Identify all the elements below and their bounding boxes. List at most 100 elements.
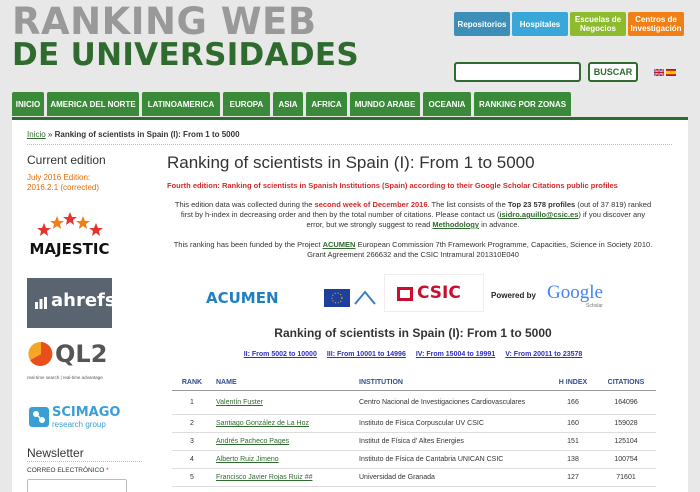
ql2-tagline: real-time search | real-time advantage bbox=[27, 375, 103, 380]
newsletter-divider bbox=[27, 461, 142, 462]
google-text: Google bbox=[547, 282, 603, 303]
main-nav: INICIO AMERICA DEL NORTE LATINOAMERICA E… bbox=[12, 92, 571, 116]
scholar-text: Scholar bbox=[586, 303, 603, 309]
table-row: 5 Francisco Javier Rojas Ruiz ## Univers… bbox=[172, 468, 656, 487]
breadcrumb-home-link[interactable]: Inicio bbox=[27, 130, 46, 139]
scimago-badge[interactable]: SCIMAGO research group bbox=[27, 402, 120, 432]
csic-logo-text: CSIC bbox=[417, 283, 461, 303]
col-institution: INSTITUTION bbox=[355, 375, 550, 391]
nav-europa[interactable]: EUROPA bbox=[223, 92, 270, 116]
institution-cell: Universidad de Granada bbox=[355, 468, 550, 487]
top-link-centros[interactable]: Centros de Investigación bbox=[628, 12, 684, 36]
top-link-repositorios[interactable]: Repositorios bbox=[454, 12, 510, 36]
citations-cell: 159028 bbox=[596, 414, 656, 433]
methodology-link[interactable]: Methodology bbox=[432, 220, 479, 229]
newsletter-title: Newsletter bbox=[27, 446, 84, 460]
site-logo-line1[interactable]: RANKING WEB bbox=[12, 2, 317, 42]
email-label: CORREO ELECTRÓNICO * bbox=[27, 467, 109, 474]
search-input[interactable] bbox=[454, 62, 581, 82]
scientist-link[interactable]: Alberto Ruiz Jimeno bbox=[216, 456, 279, 463]
acumen-logo-text: ACUMEN bbox=[206, 289, 279, 307]
breadcrumb-separator: » bbox=[45, 130, 55, 139]
citations-cell: 125104 bbox=[596, 432, 656, 451]
csic-emblem-icon bbox=[397, 287, 413, 301]
rank-cell: 4 bbox=[172, 450, 212, 469]
search-button[interactable]: BUSCAR bbox=[588, 62, 638, 82]
nav-latinoamerica[interactable]: LATINOAMERICA bbox=[142, 92, 220, 116]
edition-info: July 2016 Edition: 2016.2.1 (corrected) bbox=[27, 173, 142, 193]
nav-oceania[interactable]: OCEANIA bbox=[423, 92, 471, 116]
breadcrumb-current: Ranking of scientists in Spain (I): From… bbox=[54, 130, 240, 139]
scientist-link[interactable]: Santiago González de La Hoz bbox=[216, 420, 309, 427]
top-links: Repositorios Hospitales Escuelas de Nego… bbox=[454, 12, 684, 36]
table-title: Ranking of scientists in Spain (I): From… bbox=[274, 326, 552, 340]
col-citations: CITATIONS bbox=[596, 375, 656, 391]
h-index-cell: 127 bbox=[550, 468, 596, 487]
nav-asia[interactable]: ASIA bbox=[273, 92, 303, 116]
page-subtitle: Fourth edition: Ranking of scientists in… bbox=[167, 181, 618, 190]
google-scholar-logo[interactable]: Powered by Google Scholar bbox=[487, 280, 622, 312]
scimago-icon bbox=[29, 407, 49, 427]
scimago-sub: research group bbox=[52, 420, 106, 429]
uk-flag-icon[interactable] bbox=[654, 69, 664, 76]
h-index-cell: 166 bbox=[550, 390, 596, 415]
acumen-logo[interactable]: ACUMEN bbox=[202, 286, 314, 310]
sponsor-logos: ACUMEN CSIC Powered by Google Scholar bbox=[202, 274, 622, 316]
nav-america-del-norte[interactable]: AMERICA DEL NORTE bbox=[47, 92, 139, 116]
scientist-link[interactable]: Andrés Pacheco Pages bbox=[216, 438, 289, 445]
majestic-badge[interactable]: MAJESTIC bbox=[27, 207, 112, 265]
breadcrumb: Inicio » Ranking of scientists in Spain … bbox=[27, 130, 240, 139]
page-title: Ranking of scientists in Spain (I): From… bbox=[167, 153, 535, 172]
scientist-link[interactable]: Valentín Fuster bbox=[216, 399, 263, 406]
contact-email-link[interactable]: isidro.aguillo@csic.es bbox=[499, 210, 578, 219]
ql2-icon bbox=[28, 341, 53, 366]
csic-logo[interactable]: CSIC bbox=[384, 274, 484, 312]
name-cell: Andrés Pacheco Pages bbox=[212, 432, 355, 451]
fp7-logo-icon bbox=[352, 289, 378, 307]
ahrefs-badge[interactable]: ahrefs bbox=[27, 278, 116, 328]
content: Ranking of scientists in Spain (I): From… bbox=[167, 153, 659, 487]
spain-flag-icon[interactable] bbox=[666, 69, 676, 76]
range-links: II: From 5002 to 10000 III: From 10001 t… bbox=[167, 351, 659, 358]
citations-cell: 71601 bbox=[596, 468, 656, 487]
name-cell: Francisco Javier Rojas Ruiz ## bbox=[212, 468, 355, 487]
intro-text-2: . The list consists of the bbox=[427, 200, 508, 209]
range-link-v[interactable]: V: From 20011 to 23578 bbox=[505, 351, 582, 358]
edition-line1: July 2016 Edition: bbox=[27, 173, 91, 182]
funding-text-2: European Commission 7th Framework Progra… bbox=[307, 240, 653, 259]
site-logo-line2[interactable]: DE UNIVERSIDADES bbox=[12, 38, 359, 72]
language-flags bbox=[654, 69, 676, 76]
citations-cell: 100754 bbox=[596, 450, 656, 469]
rank-cell: 3 bbox=[172, 432, 212, 451]
institution-cell: Instituto de Física de Cantabria UNICAN … bbox=[355, 450, 550, 469]
breadcrumb-divider bbox=[27, 144, 672, 145]
range-link-ii[interactable]: II: From 5002 to 10000 bbox=[244, 351, 317, 358]
range-link-iv[interactable]: IV: From 15004 to 19991 bbox=[416, 351, 495, 358]
scientist-link[interactable]: Francisco Javier Rojas Ruiz ## bbox=[216, 474, 312, 481]
top-link-escuelas[interactable]: Escuelas de Negocios bbox=[570, 12, 626, 36]
institution-cell: Instituto de Física Corpuscular UV CSIC bbox=[355, 414, 550, 433]
nav-mundo-arabe[interactable]: MUNDO ARABE bbox=[350, 92, 420, 116]
funding-text-1: This ranking has been funded by the Proj… bbox=[173, 240, 323, 249]
ahrefs-icon bbox=[35, 297, 47, 309]
nav-ranking-por-zonas[interactable]: RANKING POR ZONAS bbox=[474, 92, 571, 116]
ql2-label: QL2 bbox=[55, 340, 108, 368]
acumen-link[interactable]: ACUMEN bbox=[323, 240, 356, 249]
nav-inicio[interactable]: INICIO bbox=[12, 92, 44, 116]
email-field[interactable] bbox=[27, 479, 127, 492]
ahrefs-label: ahrefs bbox=[51, 290, 116, 311]
range-link-iii[interactable]: III: From 10001 to 14996 bbox=[327, 351, 406, 358]
nav-africa[interactable]: AFRICA bbox=[306, 92, 347, 116]
intro-text-5: in advance. bbox=[479, 220, 520, 229]
edition-line2: 2016.2.1 (corrected) bbox=[27, 183, 100, 192]
sidebar: Current edition July 2016 Edition: 2016.… bbox=[27, 153, 142, 193]
top-link-hospitales[interactable]: Hospitales bbox=[512, 12, 568, 36]
col-h-index: H INDEX bbox=[550, 375, 596, 391]
citations-cell: 164096 bbox=[596, 390, 656, 415]
h-index-cell: 160 bbox=[550, 414, 596, 433]
collection-date: second week of December 2016 bbox=[314, 200, 428, 209]
table-row: 4 Alberto Ruiz Jimeno Instituto de Físic… bbox=[172, 450, 656, 469]
main-panel: Inicio » Ranking of scientists in Spain … bbox=[12, 117, 688, 492]
ql2-badge[interactable]: QL2 real-time search | real-time advanta… bbox=[27, 338, 112, 388]
name-cell: Alberto Ruiz Jimeno bbox=[212, 450, 355, 469]
